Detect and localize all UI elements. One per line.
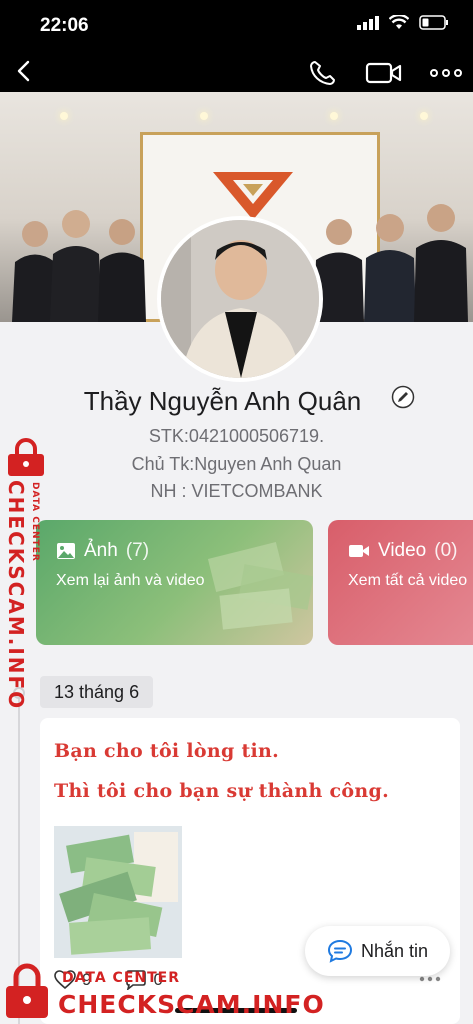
date-chip: 13 tháng 6 xyxy=(40,676,154,708)
post-text-line: Bạn cho tôi lòng tin. xyxy=(54,740,280,762)
message-button[interactable]: Nhắn tin xyxy=(305,926,450,976)
avatar-portrait xyxy=(161,220,319,378)
nav-bar xyxy=(0,50,473,92)
ceiling-light xyxy=(60,112,68,120)
cover-logo xyxy=(213,172,293,220)
ceiling-light xyxy=(420,112,428,120)
money-photo-bg xyxy=(207,542,313,630)
watermark-side-text: CHECKSCAM.INFO xyxy=(4,480,28,711)
ceiling-light xyxy=(200,112,208,120)
edit-icon[interactable] xyxy=(391,385,415,409)
watermark-side: CHECKSCAM.INFO DATA CENTER xyxy=(0,432,54,710)
bio-account-holder: Chủ Tk:Nguyen Anh Quan xyxy=(131,454,342,474)
videos-count: (0) xyxy=(434,540,458,561)
back-icon[interactable] xyxy=(12,58,38,84)
watermark-bottom: DATA CENTER CHECKSCAM.INFO xyxy=(0,962,324,1024)
watermark-bottom-text: CHECKSCAM.INFO xyxy=(58,990,325,1019)
photos-label: Ảnh xyxy=(84,540,118,561)
post-text-line: Thì tôi cho bạn sự thành công. xyxy=(54,780,389,802)
phone-icon[interactable] xyxy=(306,58,340,88)
watermark-side-subtext: DATA CENTER xyxy=(30,482,40,562)
wifi-icon xyxy=(389,15,409,29)
video-icon xyxy=(349,545,369,557)
status-icons xyxy=(357,15,449,30)
person-silhouette xyxy=(98,219,146,322)
lock-icon xyxy=(6,963,48,1018)
message-button-label: Nhắn tin xyxy=(360,940,429,961)
photos-card[interactable]: Ảnh (7) Xem lại ảnh và video xyxy=(36,520,313,645)
videos-subtitle: Xem tất cả video xyxy=(348,572,468,589)
status-bar: 22:06 xyxy=(0,0,473,50)
photos-count: (7) xyxy=(125,540,150,561)
status-time: 22:06 xyxy=(40,15,89,36)
avatar[interactable] xyxy=(157,216,323,382)
photos-card-title: Ảnh (7) xyxy=(56,540,149,562)
more-icon[interactable] xyxy=(428,60,464,86)
person-silhouette xyxy=(364,214,416,322)
post-photo[interactable] xyxy=(54,826,182,958)
money-photo xyxy=(54,826,182,958)
battery-icon xyxy=(419,15,448,30)
ceiling-light xyxy=(330,112,338,120)
videos-card-title: Video (0) xyxy=(348,540,458,562)
signal-icon xyxy=(357,15,379,30)
photos-subtitle: Xem lại ảnh và video xyxy=(56,572,205,589)
person-silhouette xyxy=(414,204,468,322)
bio-bank: NH : VIETCOMBANK xyxy=(150,481,323,501)
video-call-icon[interactable] xyxy=(364,58,404,88)
photo-icon xyxy=(57,543,75,559)
chat-icon xyxy=(327,939,352,963)
lock-icon xyxy=(8,438,44,476)
bio-account-number: STK:0421000506719. xyxy=(148,426,325,446)
videos-card[interactable]: Video (0) Xem tất cả video xyxy=(328,520,473,645)
watermark-bottom-subtext: DATA CENTER xyxy=(62,970,180,986)
profile-name-text: Thầy Nguyễn Anh Quân xyxy=(83,386,362,416)
videos-label: Video xyxy=(378,540,427,561)
